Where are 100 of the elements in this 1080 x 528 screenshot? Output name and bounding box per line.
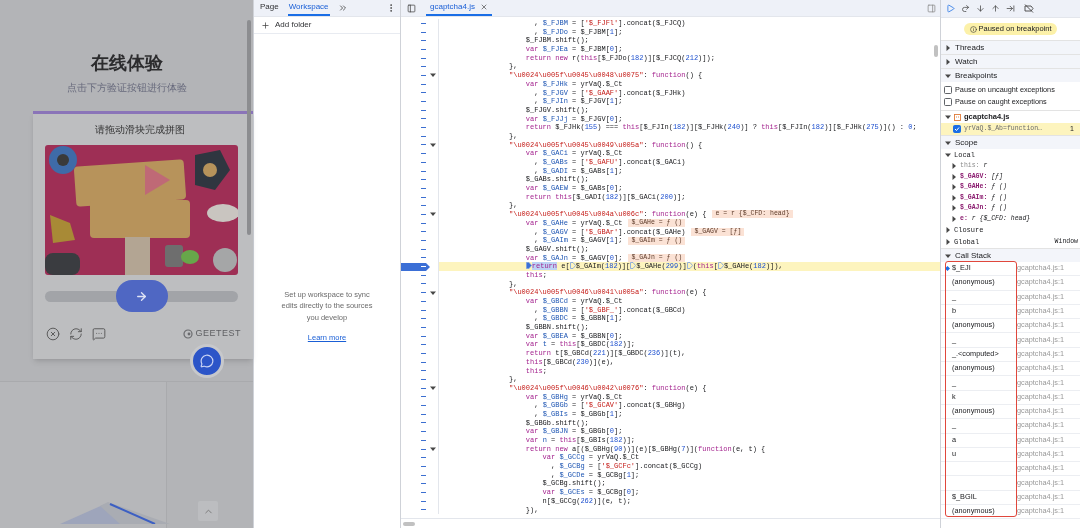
gutter-dash — [421, 300, 426, 302]
gutter-dash — [421, 413, 426, 415]
expanded-arrow-icon[interactable] — [945, 72, 951, 79]
collapsed-arrow-icon[interactable] — [945, 227, 951, 233]
expanded-arrow-icon[interactable] — [945, 152, 951, 158]
refresh-icon[interactable] — [69, 327, 83, 341]
collapsed-arrow-icon[interactable] — [951, 194, 957, 201]
gutter-dash — [421, 457, 426, 459]
step-marker-icon[interactable] — [630, 262, 637, 270]
step-marker-icon[interactable] — [686, 262, 693, 270]
step-marker-icon[interactable] — [717, 262, 724, 270]
close-icon[interactable] — [46, 327, 60, 341]
section-header[interactable]: Scope — [941, 135, 1080, 149]
collapsed-arrow-icon[interactable] — [945, 44, 951, 51]
gutter-dash — [421, 170, 426, 172]
feedback-icon[interactable] — [92, 327, 106, 341]
gutter-dash — [421, 335, 426, 337]
expanded-arrow-icon[interactable] — [430, 446, 436, 453]
expanded-arrow-icon[interactable] — [430, 385, 436, 392]
collapsed-arrow-icon[interactable] — [951, 205, 957, 212]
expanded-arrow-icon[interactable] — [430, 141, 436, 148]
slider[interactable] — [45, 280, 238, 312]
file-tab[interactable]: gcaptcha4.js — [426, 0, 492, 16]
breakpoint-marker-icon[interactable] — [401, 262, 430, 271]
step-marker-icon[interactable] — [569, 262, 576, 270]
gutter-dash — [421, 40, 426, 42]
step-out-icon[interactable] — [991, 4, 1000, 13]
collapsed-arrow-icon[interactable] — [945, 58, 951, 65]
toggle-navigator-icon[interactable] — [407, 3, 416, 13]
section-header[interactable]: Breakpoints — [941, 68, 1080, 82]
brand-logo-icon — [183, 329, 194, 339]
gutter-dash — [421, 483, 426, 485]
chat-button[interactable] — [190, 344, 224, 378]
step-icon[interactable] — [1006, 4, 1015, 13]
gutter-dash — [421, 187, 426, 189]
current-step-icon[interactable] — [525, 262, 532, 270]
gutter-dash — [421, 161, 426, 163]
gutter-dash — [421, 144, 426, 146]
gutter-dash — [421, 257, 426, 259]
script-file-icon — [954, 113, 961, 121]
deactivate-breakpoints-icon[interactable] — [1024, 4, 1034, 13]
step-over-icon[interactable] — [961, 4, 970, 13]
slider-handle[interactable] — [115, 280, 168, 312]
gutter-dash — [421, 179, 426, 181]
gutter-dash — [421, 370, 426, 372]
gutter-dash — [421, 127, 426, 129]
navigator-tab[interactable]: Page — [259, 0, 280, 16]
gutter-dash — [421, 57, 426, 59]
expanded-arrow-icon[interactable] — [945, 252, 951, 259]
step-into-icon[interactable] — [976, 4, 985, 13]
gutter-dash — [421, 231, 426, 233]
section-header[interactable]: Watch — [941, 54, 1080, 68]
page-title: 在线体验 — [90, 52, 163, 75]
checkbox[interactable] — [953, 125, 961, 133]
resume-icon[interactable] — [946, 4, 955, 13]
expanded-arrow-icon[interactable] — [430, 289, 436, 296]
close-icon[interactable] — [479, 3, 488, 11]
expanded-arrow-icon[interactable] — [430, 211, 436, 218]
chat-icon — [200, 354, 214, 368]
section-header[interactable]: Threads — [941, 40, 1080, 54]
gutter-dash — [421, 509, 426, 511]
gutter-dash — [421, 205, 426, 207]
checkbox[interactable] — [944, 86, 952, 94]
expanded-arrow-icon[interactable] — [430, 72, 436, 79]
gutter-dash — [421, 222, 426, 224]
gutter-dash — [421, 153, 426, 155]
gutter-dash — [421, 500, 426, 502]
gutter-dash — [421, 213, 426, 215]
gutter-dash — [421, 379, 426, 381]
gutter-dash — [421, 266, 426, 268]
gutter-dash — [421, 352, 426, 354]
gutter-dash — [421, 292, 426, 294]
info-icon — [969, 25, 977, 33]
expanded-arrow-icon[interactable] — [945, 139, 951, 146]
navigator-tab[interactable]: Workspace — [287, 0, 330, 16]
section-header[interactable]: Call Stack — [941, 248, 1080, 262]
collapsed-arrow-icon[interactable] — [951, 184, 957, 191]
gutter-dash — [421, 326, 426, 328]
gutter-dash — [421, 118, 426, 120]
toggle-debugger-icon[interactable] — [927, 3, 936, 13]
collapsed-arrow-icon[interactable] — [945, 239, 951, 245]
gutter-dash — [421, 283, 426, 285]
collapsed-arrow-icon[interactable] — [951, 163, 957, 170]
gutter-dash — [421, 387, 426, 389]
captcha-prompt: 请拖动滑块完成拼图 — [94, 123, 186, 137]
gutter-dash — [421, 248, 426, 250]
gutter-dash — [421, 318, 426, 320]
gutter-dash — [421, 309, 426, 311]
gutter-dash — [421, 274, 426, 276]
brand-name: GEETEST — [195, 327, 241, 341]
gutter-dash — [421, 22, 426, 24]
checkbox[interactable] — [944, 98, 952, 106]
plus-icon — [261, 20, 270, 30]
arrow-right-icon — [135, 289, 148, 303]
expanded-arrow-icon[interactable] — [945, 114, 951, 120]
gutter-dash — [421, 474, 426, 476]
collapsed-arrow-icon[interactable] — [951, 215, 957, 222]
gutter-dash — [421, 448, 426, 450]
gutter-dash — [421, 196, 426, 198]
collapsed-arrow-icon[interactable] — [951, 173, 957, 180]
